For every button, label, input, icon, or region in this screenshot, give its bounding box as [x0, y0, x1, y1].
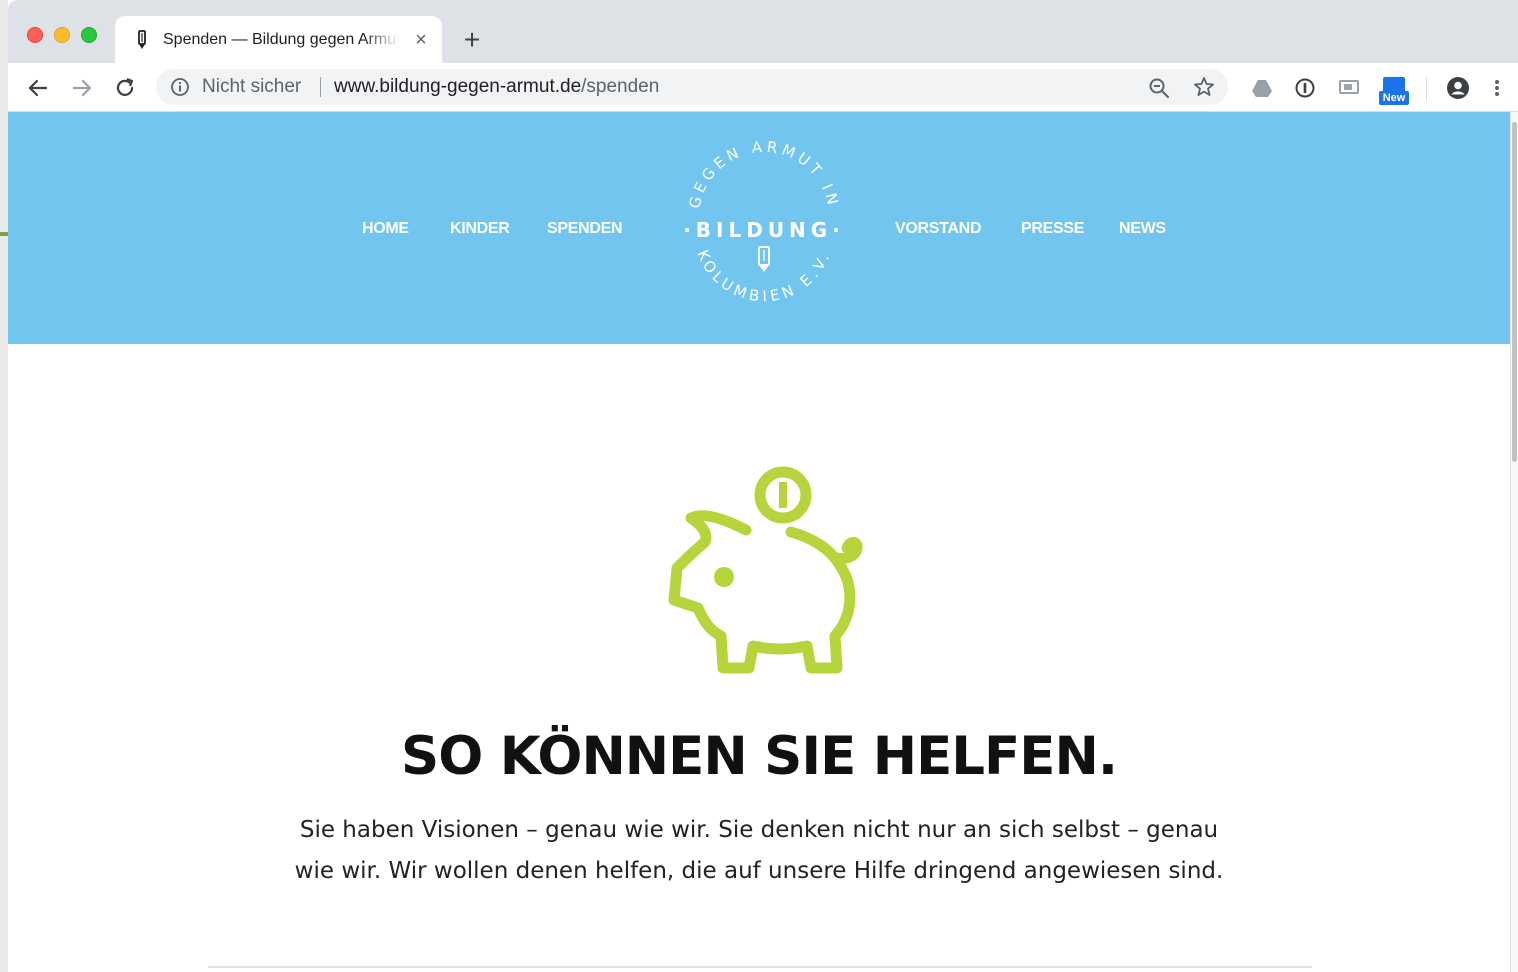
password-extension-icon[interactable] — [1294, 77, 1316, 99]
url-domain: www.bildung-gegen-armut.de — [334, 76, 582, 97]
desktop-accent — [0, 232, 8, 236]
site-header: HOME KINDER SPENDEN VORSTAND PRESSE NEWS… — [8, 112, 1510, 344]
nav-home[interactable]: HOME — [362, 219, 409, 239]
tab-title: Spenden — Bildung gegen Armut in Kolumbi… — [163, 31, 399, 48]
forward-icon[interactable] — [69, 75, 95, 101]
browser-window: Spenden — Bildung gegen Armut in Kolumbi… — [8, 0, 1518, 972]
nav-kinder[interactable]: KINDER — [450, 219, 510, 239]
fullscreen-window-button[interactable] — [81, 27, 97, 43]
minimize-window-button[interactable] — [54, 27, 70, 43]
toolbar-divider — [1426, 77, 1427, 101]
svg-text:GEGEN ARMUT IN: GEGEN ARMUT IN — [685, 138, 842, 211]
info-icon[interactable] — [170, 77, 190, 97]
url-text[interactable]: www.bildung-gegen-armut.de/spenden — [334, 76, 659, 98]
cast-extension-icon[interactable] — [1338, 77, 1360, 99]
tab-strip: Spenden — Bildung gegen Armut in Kolumbi… — [8, 0, 1518, 63]
page-headline: SO KÖNNEN SIE HELFEN. — [401, 726, 1118, 787]
logo-pencil-icon — [758, 246, 770, 272]
address-bar[interactable]: Nicht sicher www.bildung-gegen-armut.de/… — [156, 69, 1228, 105]
active-tab[interactable]: Spenden — Bildung gegen Armut in Kolumbi… — [115, 16, 442, 63]
nav-presse[interactable]: PRESSE — [1021, 219, 1084, 239]
more-menu-icon[interactable] — [1492, 77, 1502, 99]
intro-paragraph: Sie haben Visionen – genau wie wir. Sie … — [294, 817, 1224, 884]
page-scrollbar[interactable] — [1510, 112, 1518, 972]
zoom-icon[interactable] — [1148, 77, 1170, 99]
nav-vorstand[interactable]: VORSTAND — [895, 219, 982, 239]
new-badge: New — [1379, 91, 1409, 105]
scrollbar-thumb[interactable] — [1512, 122, 1517, 462]
pencil-icon — [138, 30, 146, 49]
reload-icon[interactable] — [112, 75, 138, 101]
piggy-bank-icon — [668, 466, 863, 674]
new-tab-button[interactable]: + — [458, 26, 486, 54]
bookmark-star-icon[interactable] — [1192, 75, 1216, 99]
browser-toolbar: Nicht sicher www.bildung-gegen-armut.de/… — [8, 63, 1518, 112]
section-divider — [208, 966, 1312, 968]
screenshot-extension-icon[interactable]: New — [1379, 77, 1409, 105]
back-icon[interactable] — [25, 75, 51, 101]
close-icon[interactable]: × — [411, 30, 431, 50]
close-window-button[interactable] — [27, 27, 43, 43]
url-path: /spenden — [581, 76, 660, 97]
omnibox-divider — [320, 77, 321, 97]
desktop-edge — [0, 0, 8, 972]
drive-extension-icon[interactable] — [1251, 77, 1273, 99]
nav-news[interactable]: NEWS — [1119, 219, 1166, 239]
security-status[interactable]: Nicht sicher — [202, 76, 301, 98]
logo-center-text: ·BILDUNG· — [683, 218, 845, 242]
nav-spenden[interactable]: SPENDEN — [547, 219, 623, 239]
site-logo[interactable]: GEGEN ARMUT IN ·BILDUNG· KOLUMBIEN E.V. — [669, 135, 859, 325]
logo-top-arc: GEGEN ARMUT IN — [685, 138, 838, 211]
profile-avatar-icon[interactable] — [1446, 76, 1470, 100]
